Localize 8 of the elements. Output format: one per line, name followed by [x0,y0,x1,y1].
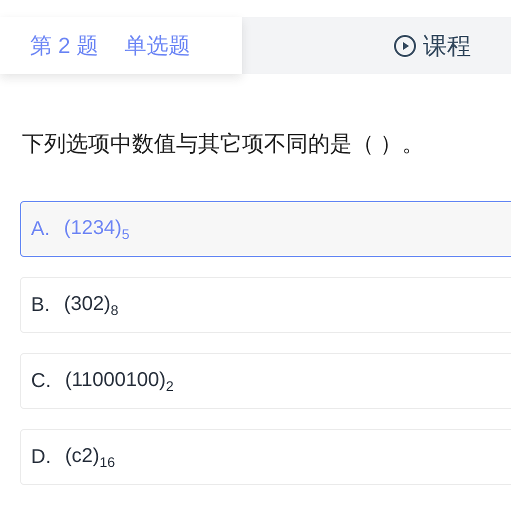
answer-option[interactable]: D. (c2)$_{16}$ [20,429,511,485]
answer-option[interactable]: B. (302)$_{8}$ [20,277,511,333]
play-icon [393,34,417,58]
question-text: 下列选项中数值与其它项不同的是（ ）。 [22,130,426,158]
question-type: 单选题 [124,32,190,60]
question-number: 第 2 题 [30,32,98,60]
answer-option[interactable]: C. (11000100)$_{2}$ [20,353,511,409]
course-link[interactable]: 课程 [393,30,471,62]
